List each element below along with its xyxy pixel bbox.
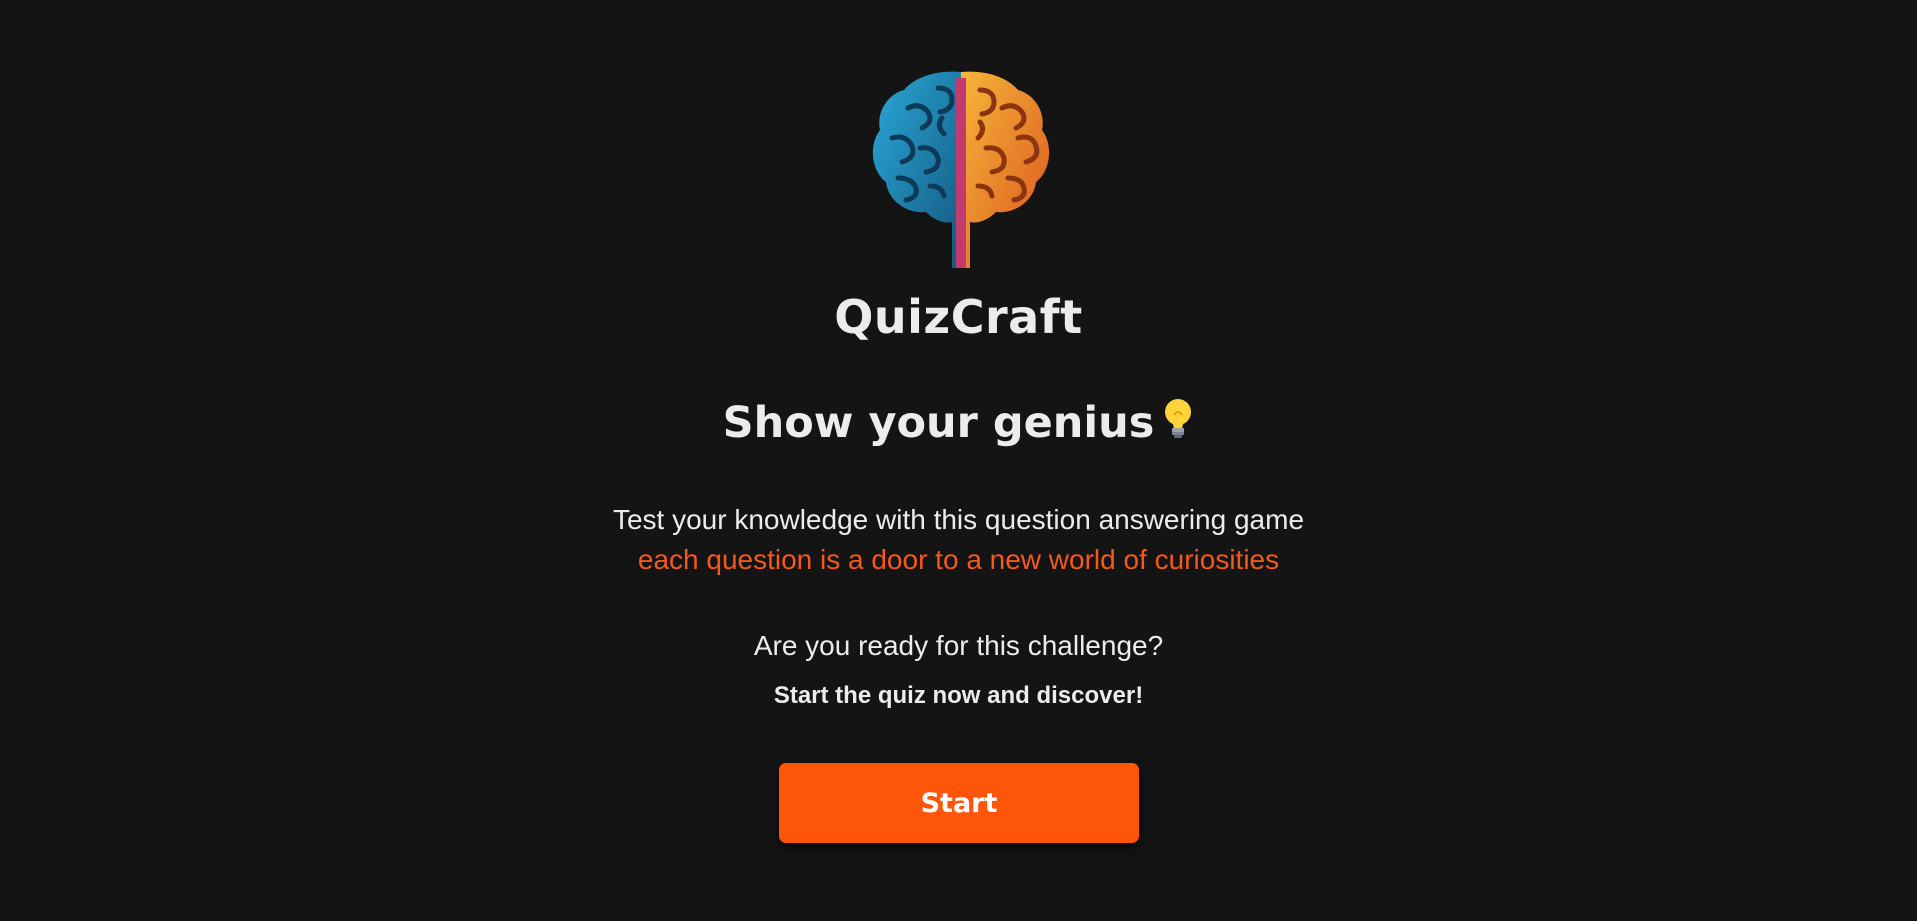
start-button[interactable]: Start — [779, 763, 1139, 843]
description-text: Test your knowledge with this question a… — [612, 504, 1305, 535]
landing-page: QuizCraft Show your genius Test your kno… — [0, 0, 1917, 921]
brain-logo-icon — [872, 71, 1050, 268]
headline-text: Show your genius — [722, 398, 1155, 448]
challenge-question: Are you ready for this challenge? — [753, 630, 1164, 661]
hero-description: Test your knowledge with this question a… — [0, 500, 1917, 580]
lightbulb-icon — [1165, 399, 1192, 438]
cta-text: Start the quiz now and discover! — [773, 682, 1144, 709]
app-title: QuizCraft — [834, 290, 1083, 344]
hero-headline: Show your genius — [0, 397, 1917, 448]
highlight-text: each question is a door to a new world o… — [637, 544, 1280, 575]
